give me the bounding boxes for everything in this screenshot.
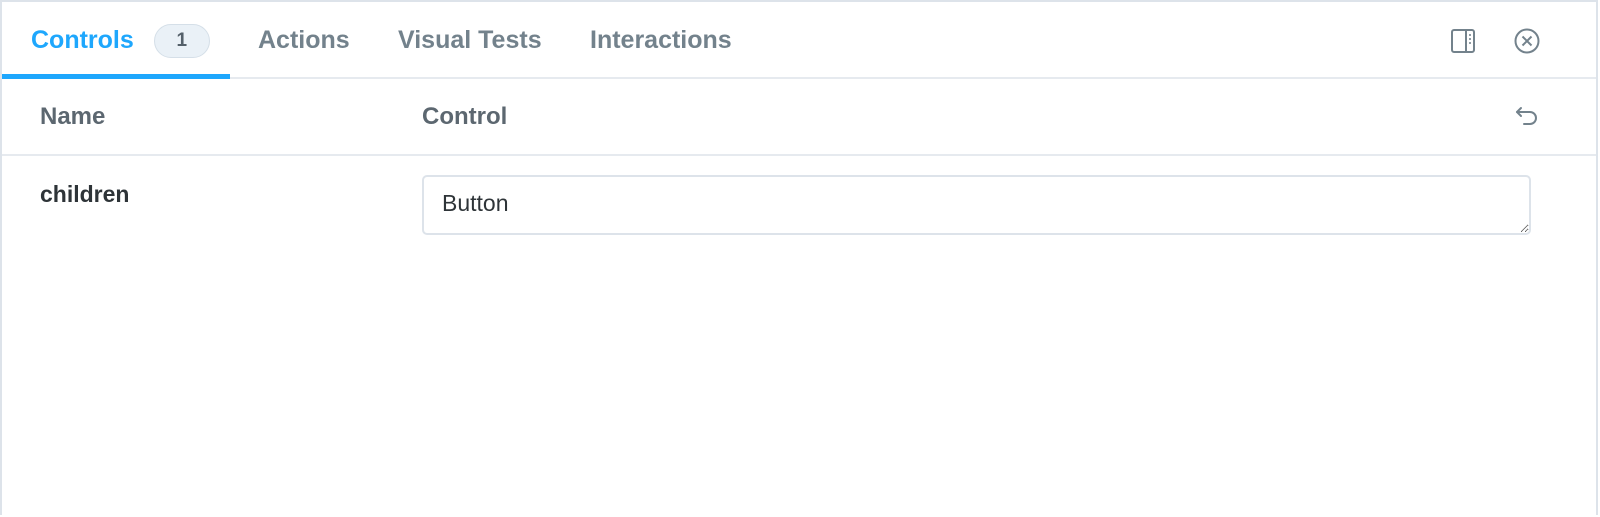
arg-name-children: children [40,181,130,207]
controls-count-badge: 1 [153,23,210,58]
tab-controls[interactable]: Controls 1 [31,2,210,79]
sidebar-panel-icon [1451,29,1475,53]
toggle-panel-orientation-button[interactable] [1448,26,1478,56]
tab-label: Interactions [590,26,732,54]
addons-tab-bar: Controls 1 Actions Visual Tests Interact… [2,2,1596,79]
children-text-control[interactable]: Button [422,175,1531,235]
tab-label: Controls [31,26,134,54]
column-header-control: Control [422,102,508,130]
undo-icon [1516,107,1537,125]
tab-interactions[interactable]: Interactions [590,2,732,79]
addons-panel: Controls 1 Actions Visual Tests Interact… [0,0,1598,515]
tab-label: Actions [258,26,350,54]
close-panel-button[interactable] [1512,26,1542,56]
tab-actions[interactable]: Actions [258,2,350,79]
table-row: children Button [2,156,1596,256]
reset-controls-button[interactable] [1512,101,1542,131]
tab-label: Visual Tests [398,26,542,54]
close-circle-icon [1514,28,1540,54]
args-table-header: Name Control [2,79,1596,156]
tab-visual-tests[interactable]: Visual Tests [398,2,542,79]
column-header-name: Name [40,102,106,130]
